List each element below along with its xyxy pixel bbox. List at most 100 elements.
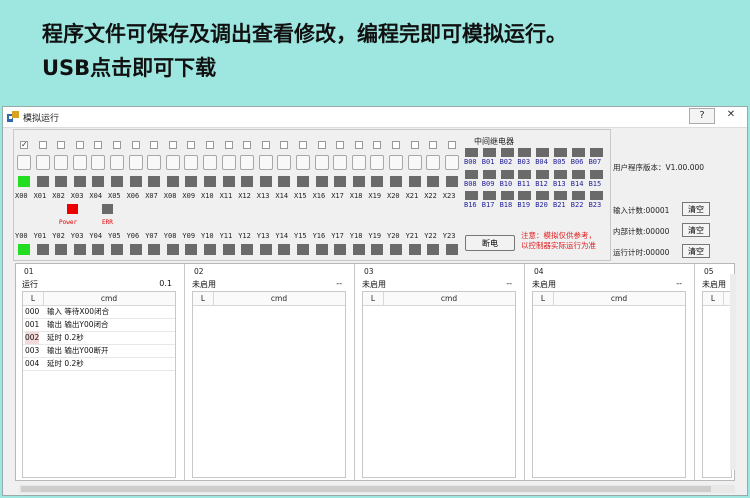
output-led-y21	[408, 244, 421, 255]
input-checkbox-x15[interactable]	[299, 141, 307, 149]
input-toggle-x11[interactable]	[221, 155, 236, 170]
column-header-l: L	[193, 292, 214, 305]
output-label-y13: Y13	[256, 232, 270, 240]
relay-label-b09: B09	[481, 179, 495, 188]
panel-number: 05	[704, 267, 714, 276]
output-label-y21: Y21	[405, 232, 419, 240]
panel-number: 02	[194, 267, 204, 276]
table-row[interactable]: 000 输入 等待X00闭合	[23, 306, 175, 319]
input-checkbox-x20[interactable]	[392, 141, 400, 149]
column-header-l: L	[363, 292, 384, 305]
input-checkbox-x16[interactable]	[317, 141, 326, 149]
input-toggle-x02[interactable]	[54, 155, 69, 170]
horizontal-scrollbar-thumb[interactable]	[21, 486, 711, 492]
input-toggle-x23[interactable]	[444, 155, 459, 170]
input-toggle-x01[interactable]	[35, 155, 50, 170]
panel-command-table[interactable]: Lcmd	[362, 291, 516, 478]
input-toggle-x13[interactable]	[258, 155, 273, 170]
input-toggle-x04[interactable]	[91, 155, 106, 170]
input-toggle-x09[interactable]	[184, 155, 199, 170]
input-toggle-x22[interactable]	[426, 155, 441, 170]
input-checkbox-x23[interactable]	[447, 141, 456, 149]
input-checkbox-x00[interactable]: ✓	[20, 141, 28, 149]
clear-internal-count-button[interactable]: 清空	[682, 223, 710, 237]
vertical-scrollbar[interactable]	[730, 274, 736, 470]
input-label-x04: X04	[89, 192, 103, 200]
clear-run-timer-button[interactable]: 清空	[682, 244, 710, 258]
input-toggle-x18[interactable]	[351, 155, 366, 170]
input-led-x15	[297, 176, 309, 187]
output-label-y18: Y18	[349, 232, 363, 240]
input-toggle-x19[interactable]	[370, 155, 385, 170]
input-toggle-x14[interactable]	[277, 155, 292, 170]
power-label: Power	[59, 219, 78, 226]
input-checkbox-x07[interactable]	[150, 141, 159, 149]
input-checkbox-x05[interactable]	[113, 141, 121, 149]
input-toggle-x08[interactable]	[165, 155, 180, 170]
output-led-y03	[73, 244, 86, 255]
clear-input-count-button[interactable]: 清空	[682, 202, 710, 216]
relay-indicator-b12	[536, 169, 550, 179]
input-checkbox-x10[interactable]	[206, 141, 214, 149]
input-checkbox-x18[interactable]	[354, 141, 363, 149]
power-off-button[interactable]: 断电	[465, 235, 515, 251]
column-header-cmd: cmd	[100, 294, 118, 303]
input-checkbox-x22[interactable]	[429, 141, 438, 149]
input-toggle-x10[interactable]	[203, 155, 217, 170]
input-toggle-x03[interactable]	[72, 155, 87, 170]
input-checkbox-x17[interactable]	[336, 141, 345, 149]
input-checkbox-x14[interactable]	[280, 141, 289, 149]
relay-label-b10: B10	[499, 179, 513, 188]
table-row[interactable]: 003 输出 输出Y00断开	[23, 345, 175, 358]
table-row[interactable]: 002 延时 0.2秒	[23, 332, 175, 345]
input-label-x10: X10	[201, 192, 214, 200]
relay-label-b00: B00	[464, 158, 477, 166]
input-checkbox-x21[interactable]	[410, 141, 419, 149]
panel-status: 未启用	[192, 280, 216, 289]
input-toggle-x16[interactable]	[314, 155, 329, 170]
input-led-x04	[92, 176, 105, 187]
input-checkbox-x13[interactable]	[261, 141, 270, 149]
close-button[interactable]: ✕	[719, 108, 743, 122]
input-toggle-x21[interactable]	[407, 155, 422, 170]
banner-line-1: 程序文件可保存及调出查看修改，编程完即可模拟运行。	[42, 22, 567, 46]
help-button[interactable]: ?	[689, 108, 715, 124]
input-led-x16	[315, 176, 328, 187]
input-checkbox-x06[interactable]	[131, 141, 140, 149]
horizontal-scrollbar[interactable]	[19, 485, 735, 493]
panel-command-table[interactable]: L	[702, 291, 732, 478]
input-toggle-x00[interactable]	[17, 155, 31, 170]
output-led-y01	[36, 244, 49, 255]
input-checkbox-x12[interactable]	[243, 141, 252, 149]
input-toggle-x12[interactable]	[240, 155, 255, 170]
panel-speed: --	[506, 279, 512, 288]
input-checkbox-x09[interactable]	[187, 141, 196, 149]
input-toggle-x20[interactable]	[389, 155, 403, 170]
output-led-y16	[315, 244, 328, 255]
panel-command-table[interactable]: Lcmd 000 输入 等待X00闭合 001 输出 输出Y00闭合 002 延时 0.2秒…	[22, 291, 176, 478]
input-checkbox-x19[interactable]	[373, 141, 382, 149]
input-checkbox-x08[interactable]	[168, 141, 177, 149]
input-toggle-x15[interactable]	[296, 155, 310, 170]
program-panels: 01 运行 0.1 Lcmd 000 输入 等待X00闭合 001 输出 输出Y00闭合 002…	[15, 263, 736, 481]
input-checkbox-x04[interactable]	[94, 141, 103, 149]
relay-label-b13: B13	[553, 179, 566, 188]
table-row[interactable]: 004 延时 0.2秒	[23, 358, 175, 371]
input-toggle-x06[interactable]	[128, 155, 143, 170]
input-toggle-x07[interactable]	[147, 155, 162, 170]
input-checkbox-x11[interactable]	[224, 141, 233, 149]
relay-indicator-b14	[571, 169, 585, 179]
relay-label-b17: B17	[481, 201, 495, 209]
panel-command-table[interactable]: Lcmd	[532, 291, 686, 478]
panel-divider	[354, 264, 355, 480]
input-checkbox-x02[interactable]	[57, 141, 66, 149]
panel-command-table[interactable]: Lcmd	[192, 291, 346, 478]
relay-indicator-b03	[518, 148, 532, 157]
input-toggle-x05[interactable]	[110, 155, 124, 170]
input-toggle-x17[interactable]	[333, 155, 348, 170]
input-checkbox-x01[interactable]	[38, 141, 47, 149]
input-checkbox-x03[interactable]	[75, 141, 84, 149]
relay-indicator-b19	[518, 191, 532, 200]
table-row[interactable]: 001 输出 输出Y00闭合	[23, 319, 175, 332]
banner-line-2: USB点击即可下载	[42, 56, 217, 80]
